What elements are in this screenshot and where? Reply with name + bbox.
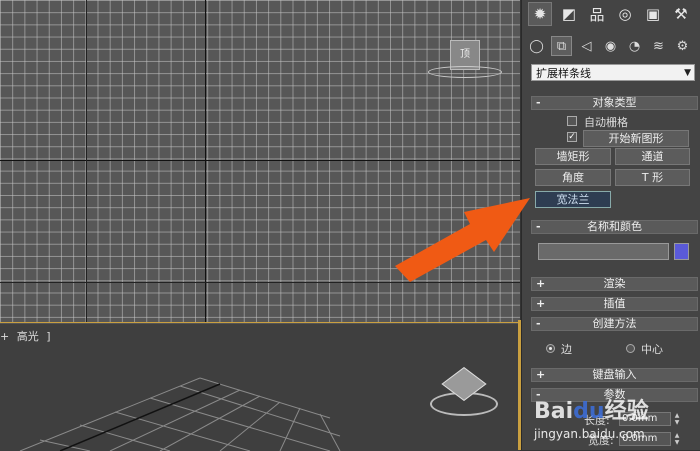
helpers-icon[interactable]: ◔ [625, 37, 644, 55]
rollout-interpolation[interactable]: + 插值 [531, 297, 698, 311]
modify-tab-icon[interactable]: ◩ [558, 3, 580, 25]
rollout-expand-sign: + [536, 368, 546, 381]
rollout-title: 名称和颜色 [587, 220, 642, 233]
wall-rectangle-button[interactable]: 墙矩形 [535, 148, 611, 165]
chevron-down-icon: ▼ [684, 68, 691, 78]
watermark-logo-text: Bai [534, 399, 574, 424]
angle-button[interactable]: 角度 [535, 169, 611, 186]
rollout-title: 渲染 [603, 277, 626, 290]
lights-icon[interactable]: ◁ [577, 37, 596, 55]
dropdown-value: 扩展样条线 [536, 67, 591, 80]
viewcube-compass-ring[interactable] [428, 66, 502, 78]
display-tab-icon[interactable]: ▣ [642, 3, 664, 25]
viewport-shading-label[interactable]: 高光 [17, 330, 39, 343]
viewport-menu-plus[interactable]: + [0, 330, 9, 343]
annotation-arrow [395, 198, 530, 282]
utilities-tab-icon[interactable]: ⚒ [670, 3, 692, 25]
shape-type-dropdown[interactable]: 扩展样条线 ▼ [531, 64, 695, 81]
watermark-logo: Baidu经验 [534, 393, 649, 425]
object-color-swatch[interactable] [674, 243, 689, 260]
command-panel: ✹ ◩ 品 ◎ ▣ ⚒ ◯ ⧉ ◁ ◉ ◔ ≋ ⚙ 扩展样条线 ▼ - 对象类型… [521, 0, 700, 450]
creation-edge-label: 边 [561, 343, 572, 356]
rollout-collapse-sign: - [536, 317, 541, 330]
rollout-title: 对象类型 [592, 96, 637, 109]
systems-icon[interactable]: ⚙ [673, 37, 692, 55]
baidu-watermark: Baidu经验 jingyan.baidu.com [530, 385, 695, 450]
create-category-icons: ◯ ⧉ ◁ ◉ ◔ ≋ ⚙ [522, 32, 700, 60]
rollout-creation-method[interactable]: - 创建方法 [531, 317, 698, 331]
watermark-logo-suffix: 经验 [604, 399, 649, 424]
rollout-title: 插值 [603, 297, 626, 310]
start-new-shape-checkbox[interactable]: ✓ [567, 132, 577, 142]
grid-major-line [86, 0, 87, 322]
creation-edge-radio[interactable] [546, 344, 555, 353]
cameras-icon[interactable]: ◉ [601, 37, 620, 55]
geometry-icon[interactable]: ◯ [527, 37, 546, 55]
start-new-shape-button[interactable]: 开始新图形 [583, 130, 689, 147]
create-tab-icon[interactable]: ✹ [528, 2, 552, 26]
command-panel-tabs: ✹ ◩ 品 ◎ ▣ ⚒ [522, 0, 700, 28]
wide-flange-button[interactable]: 宽法兰 [535, 191, 611, 208]
creation-center-label: 中心 [641, 343, 663, 356]
grid-axis-vertical [205, 0, 206, 322]
rollout-rendering[interactable]: + 渲染 [531, 277, 698, 291]
channel-button[interactable]: 通道 [615, 148, 690, 165]
rollout-collapse-sign: - [536, 96, 541, 109]
creation-center-radio[interactable] [626, 344, 635, 353]
perspective-viewport[interactable]: + 高光 ] [0, 323, 520, 451]
viewcube-perspective[interactable] [430, 366, 498, 416]
watermark-logo-paw: du [573, 399, 605, 424]
rollout-name-and-color[interactable]: - 名称和颜色 [531, 220, 698, 234]
rollout-expand-sign: + [536, 297, 546, 310]
grid-axis-horizontal [0, 160, 520, 161]
shapes-icon[interactable]: ⧉ [551, 36, 572, 56]
auto-grid-label: 自动栅格 [584, 116, 628, 129]
space-warps-icon[interactable]: ≋ [649, 37, 668, 55]
tee-button[interactable]: T 形 [615, 169, 690, 186]
watermark-url: jingyan.baidu.com [534, 427, 645, 441]
viewport-label-bracket: ] [46, 330, 51, 343]
rollout-keyboard-entry[interactable]: + 键盘输入 [531, 368, 698, 382]
auto-grid-checkbox[interactable] [567, 116, 577, 126]
rollout-title: 键盘输入 [592, 368, 637, 381]
rollout-title: 创建方法 [592, 317, 637, 330]
motion-tab-icon[interactable]: ◎ [614, 3, 636, 25]
rollout-object-type[interactable]: - 对象类型 [531, 96, 698, 110]
hierarchy-tab-icon[interactable]: 品 [586, 3, 608, 25]
viewport-label[interactable]: + 高光 ] [0, 328, 55, 344]
object-name-input[interactable] [538, 243, 669, 260]
